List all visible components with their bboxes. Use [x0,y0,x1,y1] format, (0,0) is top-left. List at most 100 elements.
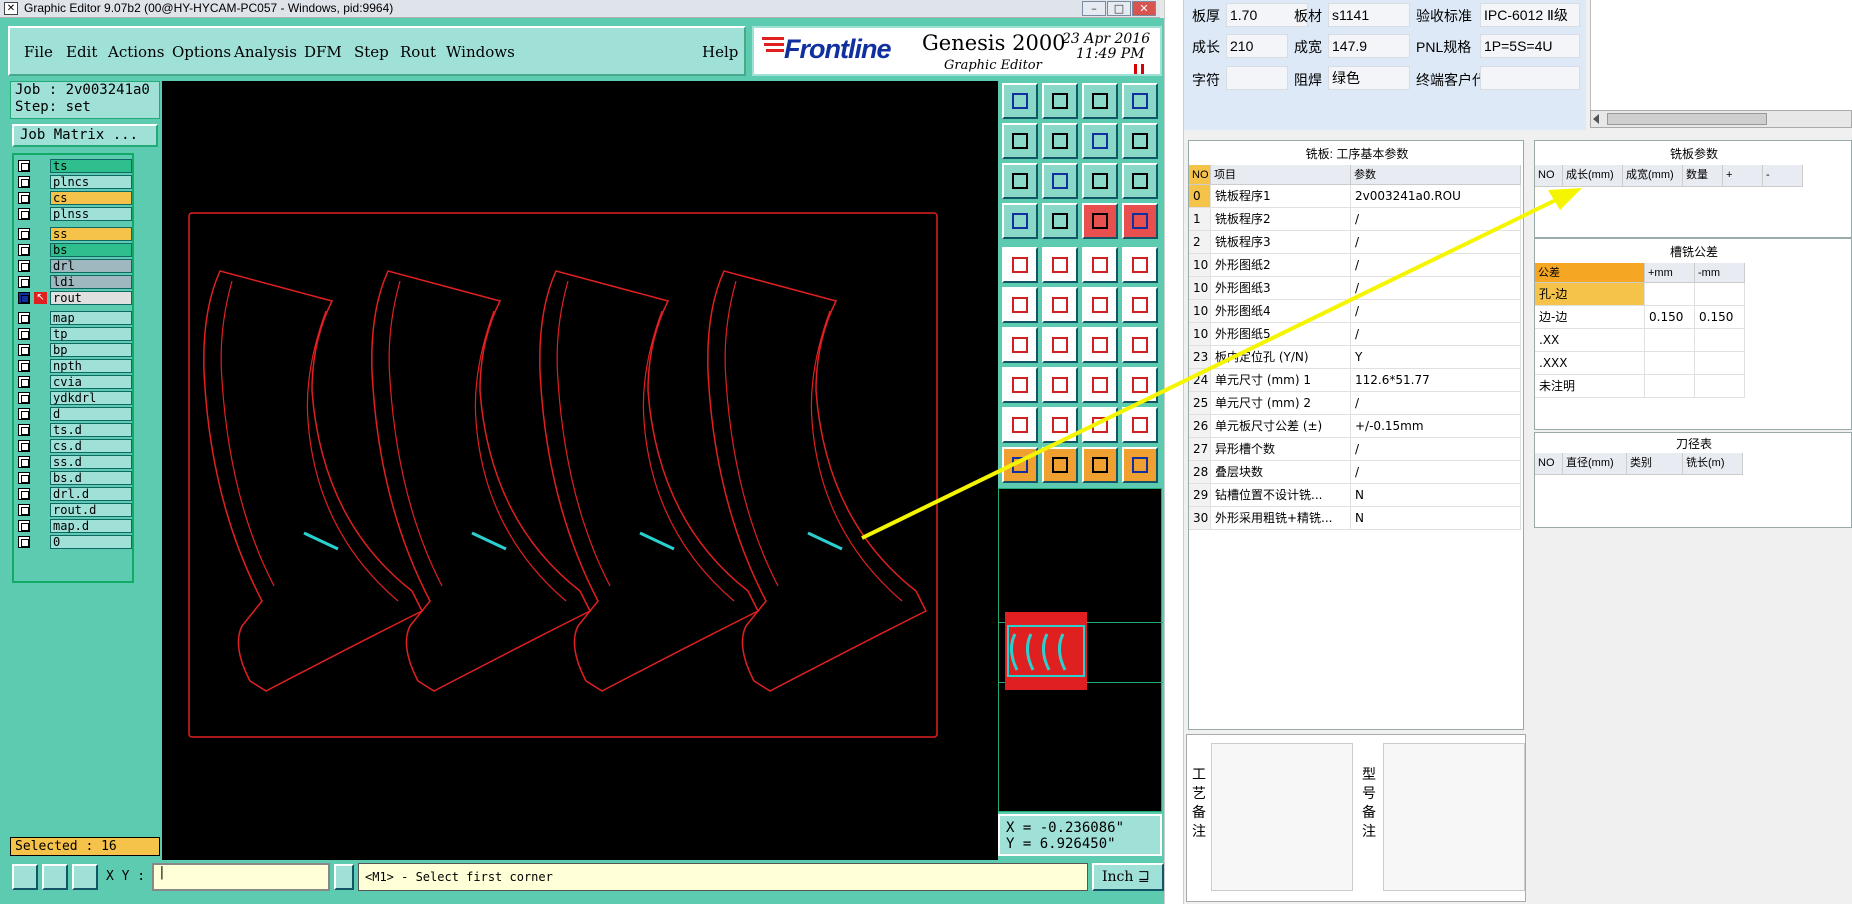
process-cell[interactable]: 2 [1189,231,1211,254]
process-cell[interactable]: / [1351,254,1521,277]
slot-cell[interactable] [1645,352,1695,375]
process-cell[interactable]: 外形图纸2 [1211,254,1351,277]
move-icon[interactable] [1042,123,1078,159]
layer-row-cs.d[interactable]: cs.d [16,439,132,453]
silkscreen-field[interactable] [1226,66,1288,90]
grid-icon[interactable] [1042,83,1078,119]
width-field[interactable]: 147.9 [1328,34,1410,58]
xy-input[interactable]: | [152,863,330,891]
menu-file[interactable]: File [24,43,53,61]
menu-windows[interactable]: Windows [446,43,515,61]
mill-col-header[interactable]: 成宽(mm) [1623,165,1683,187]
overview-window[interactable] [998,488,1163,812]
minimize-icon[interactable]: – [1082,1,1106,16]
slot-cell[interactable]: 未注明 [1535,375,1645,398]
help-icon[interactable] [1122,163,1158,199]
process-cell[interactable]: 外形图纸4 [1211,300,1351,323]
layer-checkbox[interactable] [18,392,30,404]
process-cell[interactable]: 28 [1189,461,1211,484]
process-cell[interactable]: 10 [1189,277,1211,300]
layer-checkbox[interactable] [18,292,30,304]
process-cell[interactable]: N [1351,507,1521,530]
horizontal-scrollbar[interactable] [1590,110,1852,128]
process-cell[interactable]: 23 [1189,346,1211,369]
layer-row-plncs[interactable]: plncs [16,175,132,189]
cross-icon[interactable] [1042,287,1078,323]
tri1-icon[interactable] [1002,407,1038,443]
process-cell[interactable]: +/-0.15mm [1351,415,1521,438]
undo-icon[interactable] [1082,123,1118,159]
bar-icon[interactable] [1042,367,1078,403]
pan-icon[interactable] [1042,163,1078,199]
slot-cell[interactable]: .XXX [1535,352,1645,375]
net2-icon[interactable] [1122,203,1158,239]
layer-checkbox[interactable] [18,440,30,452]
selected-slot[interactable] [471,531,507,551]
process-cell[interactable]: / [1351,438,1521,461]
process-cell[interactable]: 29 [1189,484,1211,507]
pause-icon[interactable] [1134,64,1144,74]
process-cell[interactable]: 26 [1189,415,1211,438]
selected-slot[interactable] [639,531,675,551]
process-cell[interactable]: 单元尺寸 (mm) 1 [1211,369,1351,392]
rout-inner-path[interactable] [388,280,567,602]
pointer4-icon[interactable] [1122,447,1158,483]
process-cell[interactable]: 叠层块数 [1211,461,1351,484]
process-cell[interactable]: 2v003241a0.ROU [1351,185,1521,208]
feature-icon[interactable] [1002,247,1038,283]
mill-col-header[interactable]: - [1763,165,1803,187]
process-cell[interactable]: / [1351,208,1521,231]
process-cell[interactable]: 板内定位孔 (Y/N) [1211,346,1351,369]
process-cell[interactable]: / [1351,392,1521,415]
layer-row-cs[interactable]: cs [16,191,132,205]
measure-icon[interactable] [1082,247,1118,283]
rout-inner-path[interactable] [724,280,903,602]
layer-row-ss[interactable]: ss [16,227,132,241]
process-cell[interactable]: 24 [1189,369,1211,392]
layer-row-cvia[interactable]: cvia [16,375,132,389]
pad-icon[interactable] [1122,287,1158,323]
menu-analysis[interactable]: Analysis [234,43,297,61]
graphics-canvas[interactable] [162,81,998,861]
layer-row-ldi[interactable]: ldi [16,275,132,289]
layer-checkbox[interactable] [18,520,30,532]
zoom-fit-icon[interactable] [1002,163,1038,199]
layer-checkbox[interactable] [18,260,30,272]
slot-cell[interactable]: 0.150 [1645,306,1695,329]
layer-row-bp[interactable]: bp [16,343,132,357]
pnl-spec-field[interactable]: 1P=5S=4U [1480,34,1580,58]
process-col-header[interactable]: 项目 [1211,165,1351,185]
pointer1-icon[interactable] [1002,447,1038,483]
menu-step[interactable]: Step [354,43,389,61]
slash-icon[interactable] [1042,327,1078,363]
select-icon[interactable] [1002,203,1038,239]
process-cell[interactable]: 112.6*51.77 [1351,369,1521,392]
shape-icon[interactable] [1122,367,1158,403]
process-cell[interactable]: / [1351,231,1521,254]
circle-icon[interactable] [1122,247,1158,283]
scale-icon[interactable] [1082,163,1118,199]
layer-checkbox[interactable] [18,160,30,172]
process-cell[interactable]: 单元板尺寸公差 (±) [1211,415,1351,438]
tool-col-header[interactable]: 铣长(m) [1683,453,1743,475]
rotate-icon[interactable] [1082,327,1118,363]
process-cell[interactable]: 27 [1189,438,1211,461]
home-icon[interactable] [1082,83,1118,119]
layer-row-ss.d[interactable]: ss.d [16,455,132,469]
layer-row-map.d[interactable]: map.d [16,519,132,533]
layer-checkbox[interactable] [18,208,30,220]
rout-inner-path[interactable] [556,280,735,602]
layer-row-bs[interactable]: bs [16,243,132,257]
process-cell[interactable]: 10 [1189,254,1211,277]
selected-slot[interactable] [807,531,843,551]
process-cell[interactable]: Y [1351,346,1521,369]
layer-row-plnss[interactable]: plnss [16,207,132,221]
process-cell[interactable]: 铣板程序3 [1211,231,1351,254]
process-cell[interactable]: 外形图纸5 [1211,323,1351,346]
process-cell[interactable]: / [1351,323,1521,346]
tool-col-header[interactable]: 类别 [1627,453,1683,475]
layer-checkbox[interactable] [18,488,30,500]
scroll-left-icon[interactable] [1593,114,1599,124]
angle-mode-icon[interactable] [42,864,68,890]
box-icon[interactable] [1002,367,1038,403]
